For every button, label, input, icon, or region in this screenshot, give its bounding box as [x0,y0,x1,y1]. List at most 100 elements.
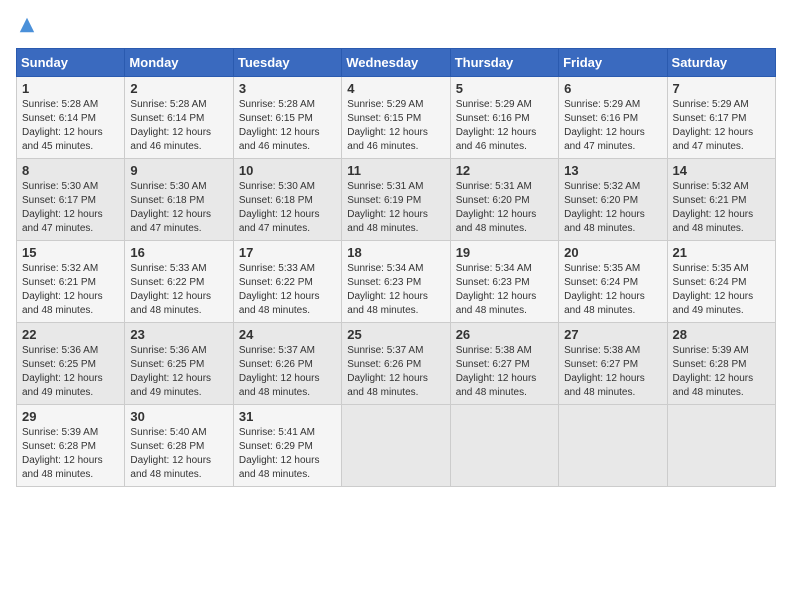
day-info: Sunrise: 5:37 AMSunset: 6:26 PMDaylight:… [347,344,444,400]
day-cell-21: 21 Sunrise: 5:35 AMSunset: 6:24 PMDaylig… [667,241,775,323]
day-cell-30: 30 Sunrise: 5:40 AMSunset: 6:28 PMDaylig… [125,405,233,487]
day-cell-13: 13 Sunrise: 5:32 AMSunset: 6:20 PMDaylig… [559,159,667,241]
day-number: 25 [347,327,444,342]
day-cell-29: 29 Sunrise: 5:39 AMSunset: 6:28 PMDaylig… [17,405,125,487]
day-cell-11: 11 Sunrise: 5:31 AMSunset: 6:19 PMDaylig… [342,159,450,241]
day-info: Sunrise: 5:35 AMSunset: 6:24 PMDaylight:… [673,262,770,318]
header [16,16,776,36]
day-number: 1 [22,81,119,96]
day-cell-3: 3 Sunrise: 5:28 AMSunset: 6:15 PMDayligh… [233,77,341,159]
day-info: Sunrise: 5:32 AMSunset: 6:21 PMDaylight:… [22,262,119,318]
day-info: Sunrise: 5:29 AMSunset: 6:17 PMDaylight:… [673,98,770,154]
day-number: 9 [130,163,227,178]
day-info: Sunrise: 5:29 AMSunset: 6:16 PMDaylight:… [564,98,661,154]
day-number: 5 [456,81,553,96]
day-cell-14: 14 Sunrise: 5:32 AMSunset: 6:21 PMDaylig… [667,159,775,241]
logo [16,16,36,36]
day-number: 7 [673,81,770,96]
day-cell-2: 2 Sunrise: 5:28 AMSunset: 6:14 PMDayligh… [125,77,233,159]
day-number: 10 [239,163,336,178]
day-cell-7: 7 Sunrise: 5:29 AMSunset: 6:17 PMDayligh… [667,77,775,159]
day-cell-26: 26 Sunrise: 5:38 AMSunset: 6:27 PMDaylig… [450,323,558,405]
day-info: Sunrise: 5:33 AMSunset: 6:22 PMDaylight:… [239,262,336,318]
day-info: Sunrise: 5:39 AMSunset: 6:28 PMDaylight:… [673,344,770,400]
day-info: Sunrise: 5:37 AMSunset: 6:26 PMDaylight:… [239,344,336,400]
day-number: 30 [130,409,227,424]
day-cell-18: 18 Sunrise: 5:34 AMSunset: 6:23 PMDaylig… [342,241,450,323]
calendar-table: SundayMondayTuesdayWednesdayThursdayFrid… [16,48,776,487]
day-number: 12 [456,163,553,178]
day-cell-5: 5 Sunrise: 5:29 AMSunset: 6:16 PMDayligh… [450,77,558,159]
day-number: 2 [130,81,227,96]
day-info: Sunrise: 5:40 AMSunset: 6:28 PMDaylight:… [130,426,227,482]
day-info: Sunrise: 5:36 AMSunset: 6:25 PMDaylight:… [22,344,119,400]
day-number: 14 [673,163,770,178]
day-number: 27 [564,327,661,342]
day-number: 22 [22,327,119,342]
day-info: Sunrise: 5:38 AMSunset: 6:27 PMDaylight:… [564,344,661,400]
day-number: 8 [22,163,119,178]
day-info: Sunrise: 5:31 AMSunset: 6:20 PMDaylight:… [456,180,553,236]
day-info: Sunrise: 5:32 AMSunset: 6:20 PMDaylight:… [564,180,661,236]
day-number: 16 [130,245,227,260]
week-row-3: 15 Sunrise: 5:32 AMSunset: 6:21 PMDaylig… [17,241,776,323]
day-info: Sunrise: 5:31 AMSunset: 6:19 PMDaylight:… [347,180,444,236]
week-row-4: 22 Sunrise: 5:36 AMSunset: 6:25 PMDaylig… [17,323,776,405]
day-info: Sunrise: 5:39 AMSunset: 6:28 PMDaylight:… [22,426,119,482]
day-number: 17 [239,245,336,260]
day-info: Sunrise: 5:33 AMSunset: 6:22 PMDaylight:… [130,262,227,318]
day-cell-9: 9 Sunrise: 5:30 AMSunset: 6:18 PMDayligh… [125,159,233,241]
calendar-header: SundayMondayTuesdayWednesdayThursdayFrid… [17,49,776,77]
day-info: Sunrise: 5:30 AMSunset: 6:18 PMDaylight:… [239,180,336,236]
day-info: Sunrise: 5:28 AMSunset: 6:15 PMDaylight:… [239,98,336,154]
day-info: Sunrise: 5:34 AMSunset: 6:23 PMDaylight:… [456,262,553,318]
day-info: Sunrise: 5:28 AMSunset: 6:14 PMDaylight:… [22,98,119,154]
logo-icon [18,16,36,34]
header-thursday: Thursday [450,49,558,77]
day-cell-28: 28 Sunrise: 5:39 AMSunset: 6:28 PMDaylig… [667,323,775,405]
day-number: 24 [239,327,336,342]
day-number: 21 [673,245,770,260]
day-number: 11 [347,163,444,178]
header-tuesday: Tuesday [233,49,341,77]
day-cell-22: 22 Sunrise: 5:36 AMSunset: 6:25 PMDaylig… [17,323,125,405]
day-info: Sunrise: 5:28 AMSunset: 6:14 PMDaylight:… [130,98,227,154]
day-cell-27: 27 Sunrise: 5:38 AMSunset: 6:27 PMDaylig… [559,323,667,405]
day-info: Sunrise: 5:38 AMSunset: 6:27 PMDaylight:… [456,344,553,400]
day-number: 23 [130,327,227,342]
day-info: Sunrise: 5:36 AMSunset: 6:25 PMDaylight:… [130,344,227,400]
day-number: 3 [239,81,336,96]
day-cell-8: 8 Sunrise: 5:30 AMSunset: 6:17 PMDayligh… [17,159,125,241]
header-row: SundayMondayTuesdayWednesdayThursdayFrid… [17,49,776,77]
day-info: Sunrise: 5:35 AMSunset: 6:24 PMDaylight:… [564,262,661,318]
day-cell-31: 31 Sunrise: 5:41 AMSunset: 6:29 PMDaylig… [233,405,341,487]
day-cell-25: 25 Sunrise: 5:37 AMSunset: 6:26 PMDaylig… [342,323,450,405]
header-saturday: Saturday [667,49,775,77]
day-info: Sunrise: 5:34 AMSunset: 6:23 PMDaylight:… [347,262,444,318]
day-info: Sunrise: 5:32 AMSunset: 6:21 PMDaylight:… [673,180,770,236]
week-row-2: 8 Sunrise: 5:30 AMSunset: 6:17 PMDayligh… [17,159,776,241]
day-cell-12: 12 Sunrise: 5:31 AMSunset: 6:20 PMDaylig… [450,159,558,241]
empty-cell [450,405,558,487]
day-number: 18 [347,245,444,260]
day-number: 4 [347,81,444,96]
day-info: Sunrise: 5:29 AMSunset: 6:15 PMDaylight:… [347,98,444,154]
day-cell-17: 17 Sunrise: 5:33 AMSunset: 6:22 PMDaylig… [233,241,341,323]
calendar-body: 1 Sunrise: 5:28 AMSunset: 6:14 PMDayligh… [17,77,776,487]
empty-cell [342,405,450,487]
header-sunday: Sunday [17,49,125,77]
day-cell-19: 19 Sunrise: 5:34 AMSunset: 6:23 PMDaylig… [450,241,558,323]
day-cell-6: 6 Sunrise: 5:29 AMSunset: 6:16 PMDayligh… [559,77,667,159]
day-info: Sunrise: 5:30 AMSunset: 6:18 PMDaylight:… [130,180,227,236]
day-number: 26 [456,327,553,342]
day-cell-10: 10 Sunrise: 5:30 AMSunset: 6:18 PMDaylig… [233,159,341,241]
day-cell-16: 16 Sunrise: 5:33 AMSunset: 6:22 PMDaylig… [125,241,233,323]
day-info: Sunrise: 5:30 AMSunset: 6:17 PMDaylight:… [22,180,119,236]
week-row-1: 1 Sunrise: 5:28 AMSunset: 6:14 PMDayligh… [17,77,776,159]
day-number: 20 [564,245,661,260]
empty-cell [667,405,775,487]
day-cell-20: 20 Sunrise: 5:35 AMSunset: 6:24 PMDaylig… [559,241,667,323]
day-number: 28 [673,327,770,342]
empty-cell [559,405,667,487]
day-number: 29 [22,409,119,424]
